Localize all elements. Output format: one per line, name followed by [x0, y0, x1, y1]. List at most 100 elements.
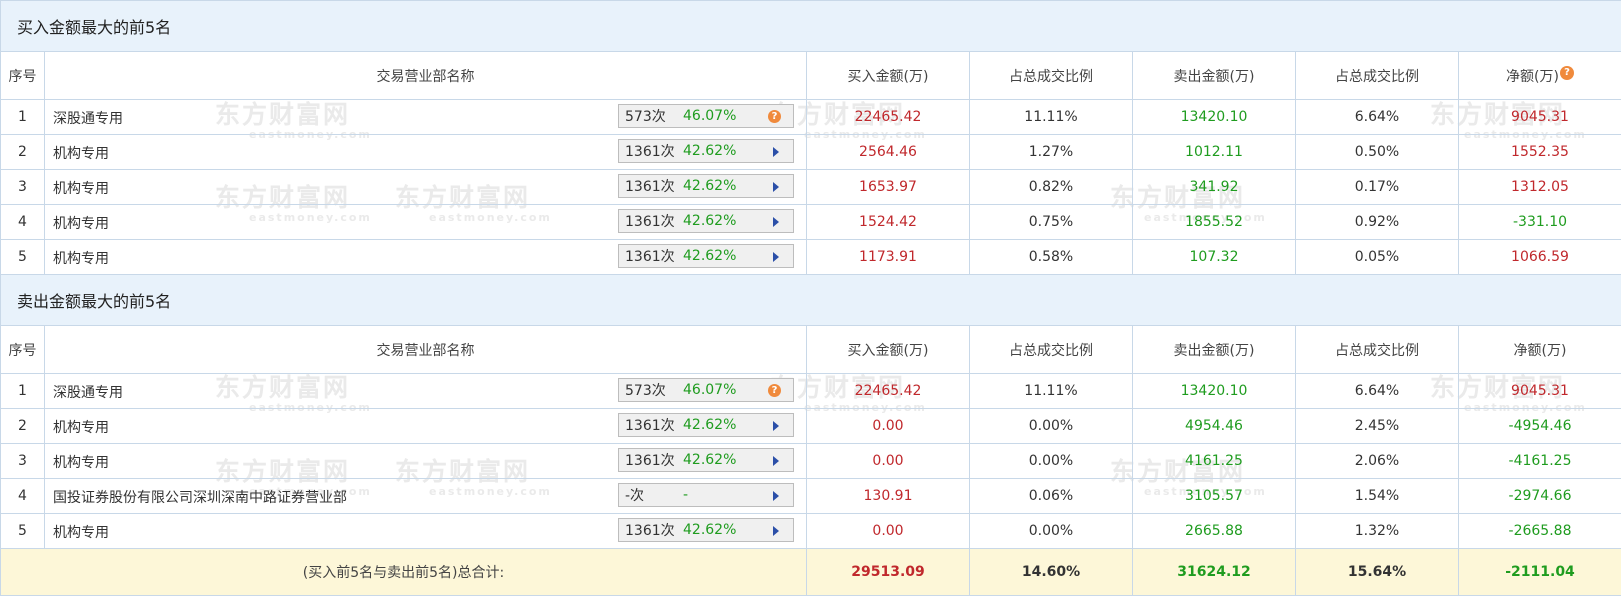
seat-history-button[interactable]: 1361次 42.62%: [618, 209, 794, 233]
buy-amount: 22465.42: [806, 99, 970, 135]
sell-amount: 3105.57: [1132, 478, 1296, 514]
row-index: 1: [0, 99, 45, 135]
table-row: 4 机构专用 1361次 42.62% 1524.42 0.75% 1855.52 0.92%…: [0, 204, 1621, 240]
row-index: 4: [0, 478, 45, 514]
net-amount: -2665.88: [1457, 513, 1621, 549]
seat-name[interactable]: 深股通专用: [53, 382, 123, 402]
seat-name[interactable]: 机构专用: [53, 143, 109, 163]
buy-top5-col-index-header: 序号: [0, 51, 45, 100]
question-icon[interactable]: ?: [768, 110, 781, 123]
sell-top5-title: 卖出金额最大的前5名: [0, 274, 1621, 326]
seat-history-button[interactable]: 1361次 42.62%: [618, 518, 794, 542]
seat-history-button[interactable]: 1361次 42.62%: [618, 413, 794, 437]
buy-top5-header-row: 序号 交易营业部名称 买入金额(万) 占总成交比例 卖出金额(万) 占总成交比例 净额(万)…: [0, 51, 1621, 100]
buy-top5-title: 买入金额最大的前5名: [0, 0, 1621, 52]
table-row: 1 深股通专用 573次 46.07%? 22465.42 11.11% 13420.10 6…: [0, 99, 1621, 135]
col-sell-ratio-label: 占总成交比例: [1335, 342, 1419, 359]
arrow-right-icon[interactable]: [773, 217, 779, 227]
appearance-count: 573次: [625, 383, 666, 399]
buy-ratio: 1.27%: [969, 134, 1133, 170]
sell-ratio: 6.64%: [1295, 99, 1459, 135]
seat-name[interactable]: 机构专用: [53, 522, 109, 542]
net-amount: -4954.46: [1457, 408, 1621, 444]
buy-top5-col-net-amount-header: 净额(万)?: [1457, 51, 1621, 100]
sell-top5-header-row: 序号 交易营业部名称 买入金额(万) 占总成交比例 卖出金额(万) 占总成交比例 净额(万): [0, 325, 1621, 374]
appearance-count: 1361次: [625, 214, 675, 230]
buy-top5-col-seat-name-header: 交易营业部名称: [44, 51, 807, 100]
win-rate: 42.62%: [683, 417, 737, 433]
row-index: 1: [0, 373, 45, 409]
seat-history-button[interactable]: 573次 46.07%?: [618, 378, 794, 402]
seat-name-cell: 机构专用 1361次 42.62%: [44, 408, 807, 444]
sell-top5-col-index-header: 序号: [0, 325, 45, 374]
win-rate: 46.07%: [683, 382, 737, 398]
net-amount: -4161.25: [1457, 443, 1621, 479]
trading-seats-table: 买入金额最大的前5名 序号 交易营业部名称 买入金额(万) 占总成交比例 卖出金额(万) 占…: [0, 0, 1621, 596]
win-rate: 42.62%: [683, 178, 737, 194]
total-row: (买入前5名与卖出前5名)总合计: 29513.09 14.60% 31624.12 1…: [0, 548, 1621, 596]
sell-top5-col-sell-amount-header: 卖出金额(万): [1132, 325, 1296, 374]
sell-amount: 13420.10: [1132, 99, 1296, 135]
win-rate: 42.62%: [683, 213, 737, 229]
total-sell-amount: 31624.12: [1132, 548, 1296, 596]
sell-amount: 107.32: [1132, 239, 1296, 275]
buy-amount: 22465.42: [806, 373, 970, 409]
sell-top5-col-seat-name-header: 交易营业部名称: [44, 325, 807, 374]
sell-ratio: 0.50%: [1295, 134, 1459, 170]
sell-top5-title-row: 卖出金额最大的前5名: [0, 274, 1621, 326]
arrow-right-icon[interactable]: [773, 421, 779, 431]
seat-name[interactable]: 机构专用: [53, 452, 109, 472]
sell-amount: 2665.88: [1132, 513, 1296, 549]
arrow-right-icon[interactable]: [773, 491, 779, 501]
seat-name-cell: 机构专用 1361次 42.62%: [44, 239, 807, 275]
table-row: 3 机构专用 1361次 42.62% 1653.97 0.82% 341.92 0.17% 1…: [0, 169, 1621, 205]
seat-name[interactable]: 深股通专用: [53, 108, 123, 128]
seat-history-button[interactable]: 573次 46.07%?: [618, 104, 794, 128]
seat-name[interactable]: 机构专用: [53, 248, 109, 268]
seat-history-button[interactable]: 1361次 42.62%: [618, 244, 794, 268]
appearance-count: 1361次: [625, 418, 675, 434]
seat-name[interactable]: 机构专用: [53, 178, 109, 198]
arrow-right-icon[interactable]: [773, 526, 779, 536]
sell-top5-col-sell-ratio-header: 占总成交比例: [1295, 325, 1459, 374]
table-row: 5 机构专用 1361次 42.62% 1173.91 0.58% 107.32 0.05% 1…: [0, 239, 1621, 275]
help-icon[interactable]: ?: [1559, 65, 1574, 80]
buy-top5-col-sell-ratio-header: 占总成交比例: [1295, 51, 1459, 100]
row-index: 3: [0, 169, 45, 205]
col-sell-amount-label: 卖出金额(万): [1173, 342, 1255, 359]
sell-amount: 4161.25: [1132, 443, 1296, 479]
appearance-count: 573次: [625, 109, 666, 125]
arrow-right-icon[interactable]: [773, 182, 779, 192]
table-row: 4 国投证券股份有限公司深圳深南中路证券营业部 -次 - 130.91 0.06% 3105…: [0, 478, 1621, 514]
row-index: 2: [0, 134, 45, 170]
dragon-tiger-board: 东方财富网 eastmoney.com 东方财富网 eastmoney.com 东方财富…: [0, 0, 1621, 603]
table-row: 2 机构专用 1361次 42.62% 0.00 0.00% 4954.46 2.45% -49…: [0, 408, 1621, 444]
seat-history-button[interactable]: 1361次 42.62%: [618, 448, 794, 472]
seat-history-button[interactable]: 1361次 42.62%: [618, 139, 794, 163]
col-index-label: 序号: [8, 68, 37, 85]
appearance-count: 1361次: [625, 144, 675, 160]
seat-name[interactable]: 机构专用: [53, 213, 109, 233]
seat-name[interactable]: 机构专用: [53, 417, 109, 437]
buy-amount: 2564.46: [806, 134, 970, 170]
appearance-count: -次: [625, 488, 645, 504]
win-rate: 46.07%: [683, 108, 737, 124]
seat-history-button[interactable]: -次 -: [618, 483, 794, 507]
buy-ratio: 0.82%: [969, 169, 1133, 205]
buy-ratio: 11.11%: [969, 99, 1133, 135]
net-amount: 9045.31: [1457, 99, 1621, 135]
seat-name-cell: 机构专用 1361次 42.62%: [44, 169, 807, 205]
seat-name[interactable]: 国投证券股份有限公司深圳深南中路证券营业部: [53, 487, 347, 507]
table-row: 2 机构专用 1361次 42.62% 2564.46 1.27% 1012.11 0.50%…: [0, 134, 1621, 170]
seat-history-button[interactable]: 1361次 42.62%: [618, 174, 794, 198]
col-buy-ratio-label: 占总成交比例: [1009, 342, 1093, 359]
arrow-right-icon[interactable]: [773, 252, 779, 262]
arrow-right-icon[interactable]: [773, 456, 779, 466]
question-icon[interactable]: ?: [768, 384, 781, 397]
arrow-right-icon[interactable]: [773, 147, 779, 157]
total-sell-ratio: 15.64%: [1295, 548, 1459, 596]
appearance-count: 1361次: [625, 179, 675, 195]
sell-ratio: 0.05%: [1295, 239, 1459, 275]
appearance-count: 1361次: [625, 523, 675, 539]
net-amount: 9045.31: [1457, 373, 1621, 409]
